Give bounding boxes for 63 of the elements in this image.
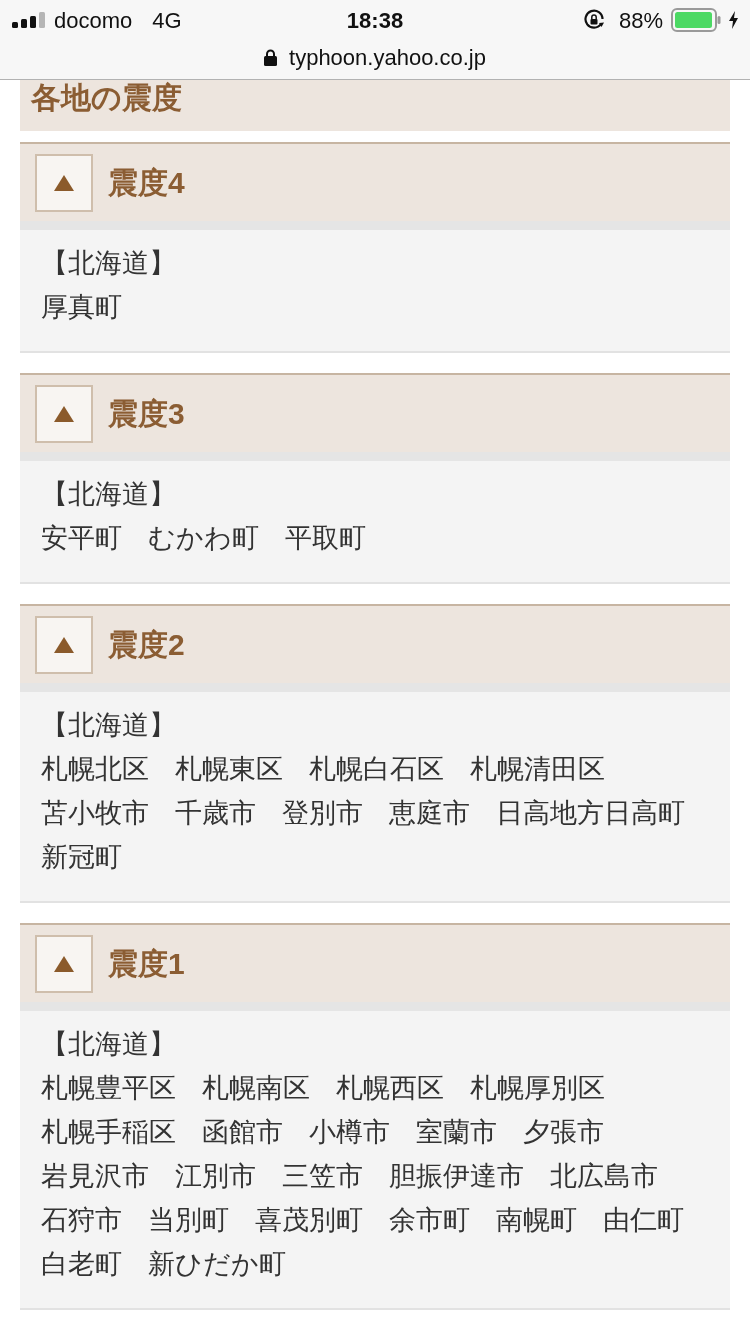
place-name: 恵庭市 <box>389 797 470 830</box>
place-name: 函館市 <box>202 1116 283 1149</box>
place-name: 江別市 <box>175 1160 256 1193</box>
up-triangle-icon <box>54 174 74 191</box>
page-title: 各地の震度 <box>31 80 182 116</box>
place-name: 白老町 <box>41 1248 122 1281</box>
place-name: 札幌南区 <box>202 1072 310 1105</box>
clock-time: 18:38 <box>346 6 404 35</box>
carrier-name: docomo <box>54 6 133 35</box>
place-name: 夕張市 <box>523 1116 604 1149</box>
battery-icon <box>671 8 721 32</box>
toggle-button[interactable] <box>35 153 93 212</box>
place-name: 室蘭市 <box>416 1116 497 1149</box>
battery-percent: 88% <box>618 6 663 35</box>
place-name: 千歳市 <box>175 797 256 830</box>
region-label: 【北海道】 <box>41 709 176 742</box>
place-name: 当別町 <box>148 1204 229 1237</box>
place-name: 札幌厚別区 <box>470 1072 605 1105</box>
place-name: 札幌白石区 <box>309 753 444 786</box>
place-name: 小樽市 <box>309 1116 390 1149</box>
place-name: 新冠町 <box>41 841 122 874</box>
up-triangle-icon <box>54 405 74 422</box>
place-name: 石狩市 <box>41 1204 122 1237</box>
region-label: 【北海道】 <box>41 1028 176 1061</box>
place-name: 安平町 <box>41 522 122 555</box>
signal-bars-icon <box>12 12 46 28</box>
place-name: 南幌町 <box>496 1204 577 1237</box>
lock-icon <box>264 49 278 66</box>
place-name: 日高地方日高町 <box>496 797 685 830</box>
url-text[interactable]: typhoon.yahoo.co.jp <box>289 41 486 74</box>
place-name: 札幌清田区 <box>470 753 605 786</box>
place-name: 余市町 <box>389 1204 470 1237</box>
section-title: 震度4 <box>108 164 185 201</box>
place-name: むかわ町 <box>148 522 259 555</box>
region-label: 【北海道】 <box>41 247 176 280</box>
place-name: 札幌西区 <box>336 1072 444 1105</box>
toggle-button[interactable] <box>35 384 93 443</box>
place-name: 札幌手稲区 <box>41 1116 176 1149</box>
place-name: 岩見沢市 <box>41 1160 149 1193</box>
region-label: 【北海道】 <box>41 478 176 511</box>
section-title: 震度1 <box>108 945 185 982</box>
place-name: 平取町 <box>285 522 366 555</box>
toggle-button[interactable] <box>35 615 93 674</box>
place-name: 三笠市 <box>282 1160 363 1193</box>
section-title: 震度2 <box>108 626 185 663</box>
place-name: 喜茂別町 <box>255 1204 363 1237</box>
place-name: 厚真町 <box>41 291 122 324</box>
rotation-lock-icon <box>582 9 605 31</box>
place-name: 札幌豊平区 <box>41 1072 176 1105</box>
place-name: 苫小牧市 <box>41 797 149 830</box>
toggle-button[interactable] <box>35 934 93 993</box>
place-name: 札幌東区 <box>175 753 283 786</box>
up-triangle-icon <box>54 955 74 972</box>
place-name: 北広島市 <box>550 1160 658 1193</box>
charging-bolt-icon <box>729 11 738 29</box>
place-name: 登別市 <box>282 797 363 830</box>
place-name: 由仁町 <box>603 1204 684 1237</box>
up-triangle-icon <box>54 636 74 653</box>
place-name: 胆振伊達市 <box>389 1160 524 1193</box>
place-name: 札幌北区 <box>41 753 149 786</box>
network-type: 4G <box>152 6 182 35</box>
place-name: 新ひだか町 <box>148 1248 286 1281</box>
section-title: 震度3 <box>108 395 185 432</box>
